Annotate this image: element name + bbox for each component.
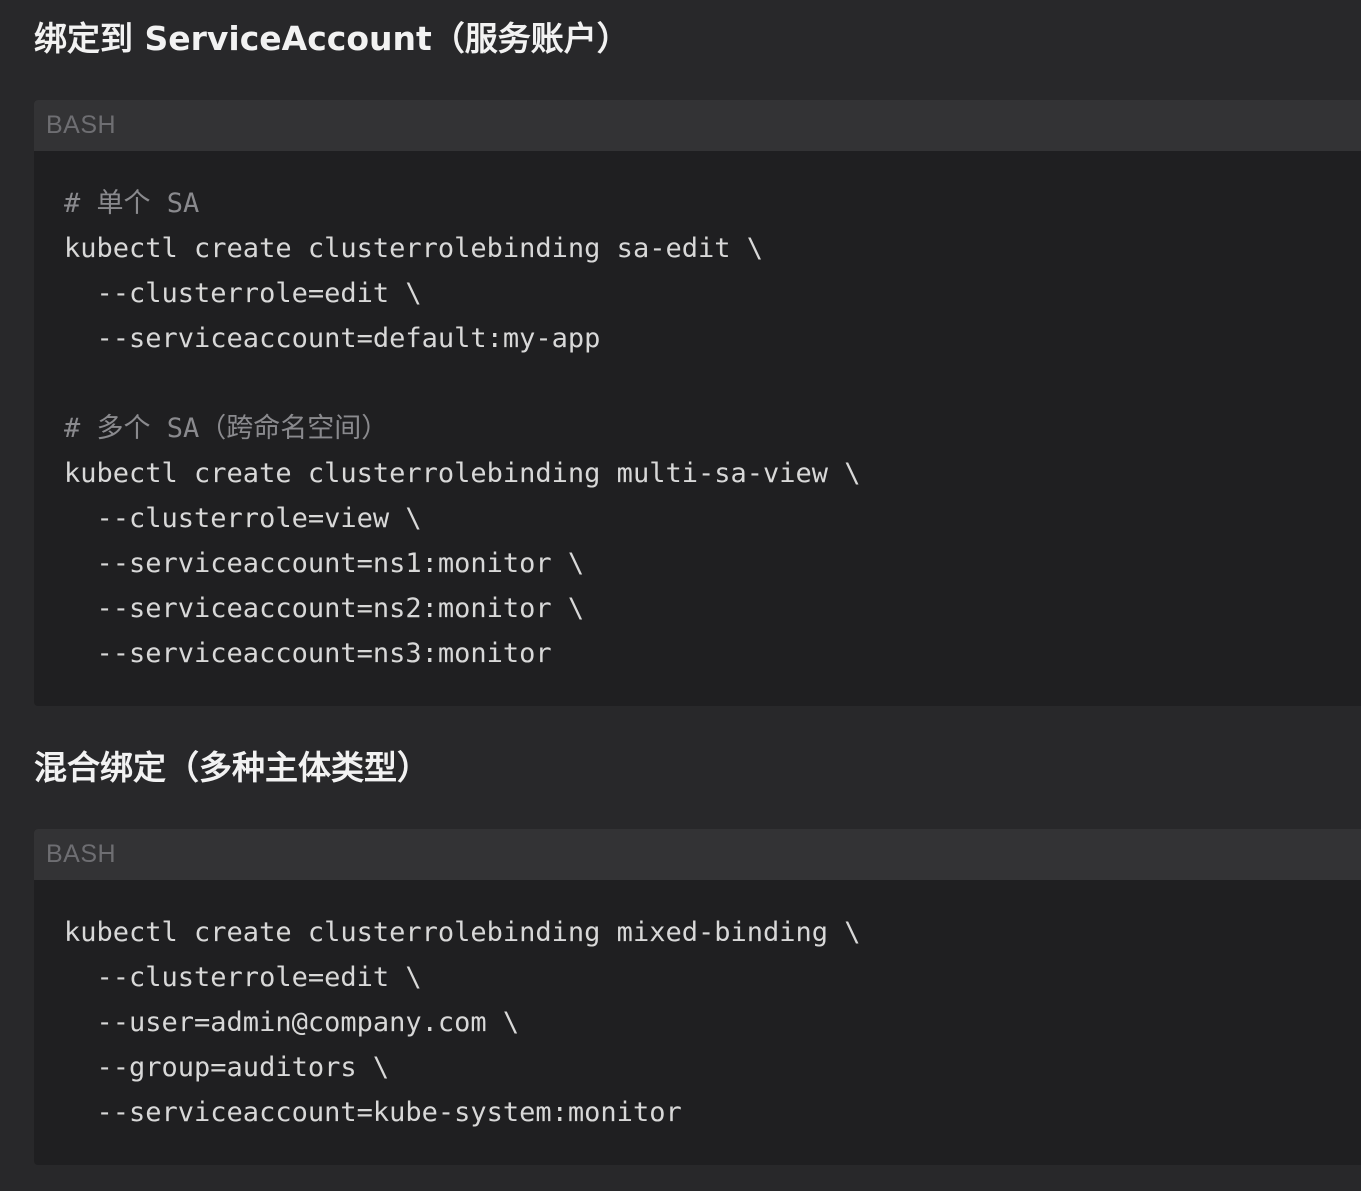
code-line: --serviceaccount=ns1:monitor \ xyxy=(64,548,585,579)
code-block-header: BASH xyxy=(34,829,1361,880)
code-language-label: BASH xyxy=(46,840,117,868)
code-block-header: BASH xyxy=(34,100,1361,151)
code-block-mixed-binding[interactable]: BASH kubectl create clusterrolebinding m… xyxy=(34,829,1361,1165)
code-line: --serviceaccount=default:my-app xyxy=(64,323,601,354)
section-heading-mixed-binding: 混合绑定（多种主体类型） xyxy=(34,748,430,787)
code-line: kubectl create clusterrolebinding sa-edi… xyxy=(64,233,763,264)
code-block-serviceaccount[interactable]: BASH # 单个 SA kubectl create clusterrolebi… xyxy=(34,100,1361,706)
code-line: --clusterrole=edit \ xyxy=(64,962,422,993)
code-line: --user=admin@company.com \ xyxy=(64,1007,520,1038)
code-line: --serviceaccount=ns2:monitor \ xyxy=(64,593,585,624)
code-line: --clusterrole=view \ xyxy=(64,503,422,534)
code-block-body[interactable]: # 单个 SA kubectl create clusterrolebinding… xyxy=(34,151,1361,676)
code-line: --serviceaccount=ns3:monitor xyxy=(64,638,552,669)
code-language-label: BASH xyxy=(46,111,117,139)
code-line: --serviceaccount=kube-system:monitor xyxy=(64,1097,682,1128)
section-heading-serviceaccount: 绑定到 ServiceAccount（服务账户） xyxy=(34,19,630,58)
page: 绑定到 ServiceAccount（服务账户） BASH # 单个 SA kub… xyxy=(0,0,1361,1191)
code-line: kubectl create clusterrolebinding multi-… xyxy=(64,458,861,489)
code-line: --clusterrole=edit \ xyxy=(64,278,422,309)
code-line: kubectl create clusterrolebinding mixed-… xyxy=(64,917,861,948)
code-comment-line: # 多个 SA（跨命名空间） xyxy=(64,413,389,444)
code-comment-line: # 单个 SA xyxy=(64,188,200,219)
code-line: --group=auditors \ xyxy=(64,1052,390,1083)
code-block-body[interactable]: kubectl create clusterrolebinding mixed-… xyxy=(34,880,1361,1135)
